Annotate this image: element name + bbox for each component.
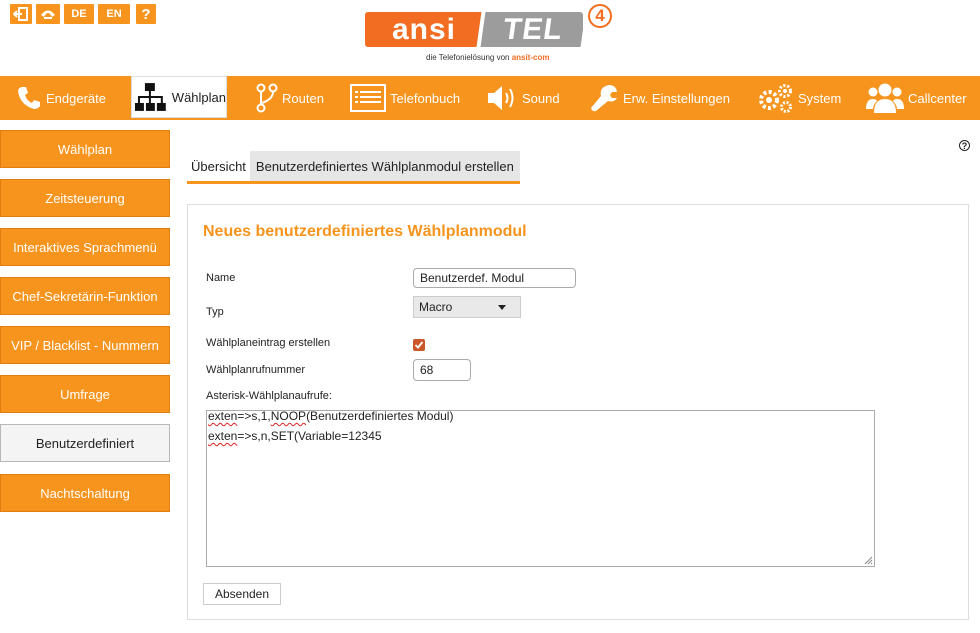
gears-icon xyxy=(759,84,792,113)
nav-label: Sound xyxy=(522,90,560,106)
nav-erw-einstellungen[interactable]: Erw. Einstellungen xyxy=(589,76,730,120)
sidebar-item-label: Zeitsteuerung xyxy=(45,190,125,206)
sidebar-item-chef-sekretaerin[interactable]: Chef-Sekretärin-Funktion xyxy=(0,277,170,315)
nav-label: System xyxy=(798,90,842,106)
nav-label: Endgeräte xyxy=(46,90,106,106)
sidebar-item-label: VIP / Blacklist - Nummern xyxy=(11,337,159,353)
code-token: exten xyxy=(208,409,238,423)
resize-grip-icon[interactable] xyxy=(863,555,873,565)
help-label: ? xyxy=(141,5,151,23)
sidebar-item-waehlplan[interactable]: Wählplan xyxy=(0,130,170,168)
code-token: =>s,1, xyxy=(237,409,271,423)
logo-tagline-text: die Telefonielösung von xyxy=(426,53,510,62)
sidebar-item-label: Benutzerdefiniert xyxy=(35,435,135,451)
sidebar-item-zeitsteuerung[interactable]: Zeitsteuerung xyxy=(0,179,170,217)
chevron-down-icon xyxy=(498,305,506,310)
logo-version-badge: 4 xyxy=(588,4,612,28)
sitemap-icon xyxy=(134,83,166,111)
lang-de-label: DE xyxy=(71,8,87,20)
content-tabs: Übersicht Benutzerdefiniertes Wählplanmo… xyxy=(187,151,520,184)
asterisk-textarea[interactable]: exten=>s,1,NOOP(Benutzerdefiniertes Modu… xyxy=(206,410,875,567)
code-line-1: exten=>s,1,NOOP(Benutzerdefiniertes Modu… xyxy=(208,409,873,431)
tab-uebersicht[interactable]: Übersicht xyxy=(187,151,250,184)
nav-label: Wählplan xyxy=(171,89,226,105)
logo-brand: ansit-com xyxy=(511,53,550,62)
logo-left-text: ansi xyxy=(365,12,483,47)
nav-telefonbuch[interactable]: Telefonbuch xyxy=(350,76,460,120)
nav-label: Callcenter xyxy=(908,90,967,106)
code-token: NOOP xyxy=(270,409,307,423)
checkmark-icon xyxy=(414,341,424,349)
nav-endgeraete[interactable]: Endgeräte xyxy=(16,76,106,120)
code-token: exten xyxy=(208,429,238,443)
help-icon[interactable]: ? xyxy=(959,140,970,151)
sidebar-item-benutzerdefiniert[interactable]: Benutzerdefiniert xyxy=(0,424,170,462)
nav-label: Routen xyxy=(282,90,324,106)
form-title: Neues benutzerdefiniertes Wählplanmodul xyxy=(203,223,527,240)
name-label: Name xyxy=(206,272,236,284)
lang-en-label: EN xyxy=(106,8,122,20)
logo-right-text: TEL xyxy=(476,12,583,47)
nav-system[interactable]: System xyxy=(756,76,841,120)
sidebar-item-label: Wählplan xyxy=(57,141,113,157)
users-icon xyxy=(866,83,904,113)
sidebar-item-umfrage[interactable]: Umfrage xyxy=(0,375,170,413)
tab-modul-erstellen[interactable]: Benutzerdefiniertes Wählplanmodul erstel… xyxy=(249,151,520,184)
lang-en-button[interactable]: EN xyxy=(98,4,130,24)
nav-sound[interactable]: Sound xyxy=(486,76,560,120)
number-label: Wählplanrufnummer xyxy=(206,364,306,376)
sidebar-item-label: Chef-Sekretärin-Funktion xyxy=(12,288,158,304)
nav-callcenter[interactable]: Callcenter xyxy=(866,76,967,120)
ansitel-logo: ansi TEL xyxy=(365,12,583,47)
code-line-2: exten=>s,n,SET(Variable=12345 xyxy=(208,429,873,451)
wrench-icon xyxy=(591,85,617,112)
sidebar-item-label: Umfrage xyxy=(60,386,110,402)
code-token: =>s,n,SET(Variable=12345 xyxy=(237,429,382,443)
sidebar-item-nachtschaltung[interactable]: Nachtschaltung xyxy=(0,474,170,512)
entry-label: Wählplaneintrag erstellen xyxy=(206,337,331,349)
phone-hangup-icon[interactable] xyxy=(36,4,60,24)
main-navbar: Endgeräte Wählplan Routen Telefonbuch So… xyxy=(0,76,980,120)
sidebar-item-label: Nachtschaltung xyxy=(40,485,130,501)
type-select-value: Macro xyxy=(419,300,453,314)
nav-label: Erw. Einstellungen xyxy=(623,90,730,106)
phone-icon xyxy=(18,87,40,109)
sidebar-item-vip-blacklist[interactable]: VIP / Blacklist - Nummern xyxy=(0,326,170,364)
nav-label: Telefonbuch xyxy=(390,90,461,106)
speaker-icon xyxy=(488,86,514,110)
list-icon xyxy=(350,84,386,112)
name-input[interactable] xyxy=(413,268,576,288)
type-label: Typ xyxy=(206,306,224,318)
submit-button[interactable]: Absenden xyxy=(203,583,281,605)
type-select[interactable]: Macro xyxy=(413,296,521,318)
asterisk-label: Asterisk-Wählplanaufrufe: xyxy=(206,390,332,402)
code-token: (Benutzerdefiniertes Modul) xyxy=(306,409,454,423)
logout-icon[interactable] xyxy=(10,4,32,24)
nav-waehlplan[interactable]: Wählplan xyxy=(131,76,227,118)
lang-de-button[interactable]: DE xyxy=(64,4,94,24)
route-icon xyxy=(256,83,278,113)
help-button[interactable]: ? xyxy=(136,4,156,24)
logo-tagline: die Telefonielösung von ansit-com xyxy=(426,53,550,62)
sidebar-item-label: Interaktives Sprachmenü xyxy=(13,239,157,255)
sidebar-item-sprachmenue[interactable]: Interaktives Sprachmenü xyxy=(0,228,170,266)
number-input[interactable] xyxy=(413,359,471,381)
entry-checkbox[interactable] xyxy=(413,339,425,351)
nav-routen[interactable]: Routen xyxy=(256,76,324,120)
